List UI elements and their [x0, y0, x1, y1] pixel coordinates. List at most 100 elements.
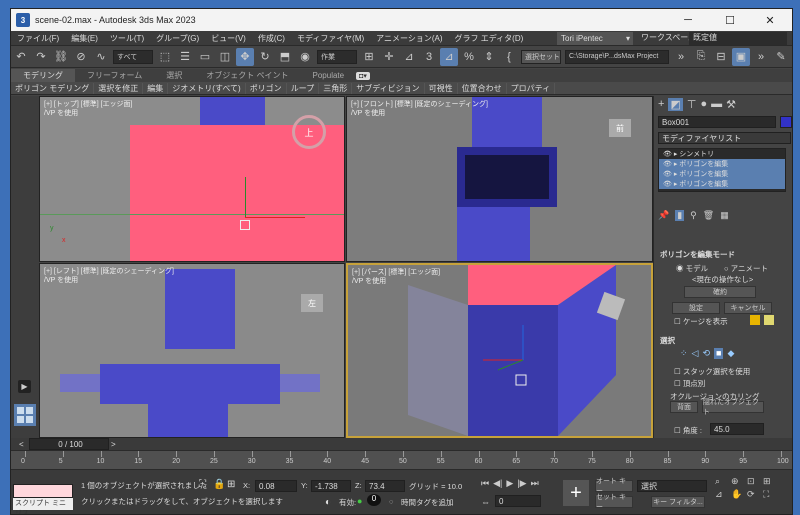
unlink-icon[interactable]: ⊘ [72, 48, 90, 66]
view-cube-front[interactable]: 前 [609, 119, 631, 137]
maxscript-listener-red[interactable] [13, 484, 73, 498]
menu-edit[interactable]: 編集(E) [65, 33, 104, 44]
view-cube-left[interactable]: 左 [301, 294, 323, 312]
border-icon[interactable]: ⟲ [702, 348, 710, 359]
select-title[interactable]: 選択 [660, 335, 675, 346]
close-button[interactable]: ✕ [750, 9, 790, 31]
display-tab-icon[interactable]: ▬ [711, 98, 722, 111]
use-stack-selection-checkbox[interactable]: ☐ スタック選択を使用 [674, 366, 750, 377]
spinner-icon[interactable]: ⇕ [480, 48, 498, 66]
workspace-dropdown[interactable]: 既定値 [689, 32, 787, 45]
tab-object-paint[interactable]: オブジェクト ペイント [194, 70, 300, 81]
ribbon-loops[interactable]: ループ [287, 82, 320, 94]
cage-color-2[interactable] [764, 315, 774, 325]
pan-icon[interactable]: ✋ [731, 489, 745, 500]
align-icon[interactable]: ⊟ [712, 48, 730, 66]
zoom-all-icon[interactable]: ⊕ [731, 476, 745, 487]
named-selection-sets[interactable]: 選択セット [521, 49, 561, 64]
commit-button[interactable]: 確約 [684, 286, 756, 298]
adaptive-degradation-icon[interactable]: ◐ [325, 497, 331, 508]
project-path[interactable]: C:\Storage\P...dsMax Project [565, 49, 669, 64]
animate-radio[interactable]: ○ アニメート [724, 263, 768, 274]
time-prev-icon[interactable]: < [19, 440, 24, 449]
add-time-tag[interactable]: 時間タグを追加 [401, 497, 454, 508]
y-coordinate-field[interactable]: -1.738 [311, 480, 351, 492]
auto-key-button[interactable]: オート キー [595, 478, 633, 495]
enabled-toggle-icon[interactable]: 0 [367, 494, 381, 506]
field-of-view-icon[interactable]: ⊿ [715, 489, 729, 500]
spinner-snap-icon[interactable]: % [460, 48, 478, 66]
menu-file[interactable]: ファイル(F) [11, 33, 65, 44]
more-tools-icon-2[interactable]: » [752, 48, 770, 66]
menu-modifiers[interactable]: モディファイヤ(M) [291, 33, 370, 44]
by-angle-checkbox[interactable]: ☐ 角度 : [674, 425, 702, 436]
remove-modifier-icon[interactable]: 🗑 [703, 210, 714, 221]
absolute-mode-icon[interactable]: ⊞ [227, 479, 235, 490]
viewport-front[interactable]: [+] [フロント] [標準] [既定のシェーディング] /VP を使用 前 [346, 96, 653, 262]
tab-populate[interactable]: Populate [301, 71, 357, 80]
view-cube-top[interactable]: 上 [292, 115, 326, 149]
menu-create[interactable]: 作成(C) [252, 33, 291, 44]
menu-graph-editors[interactable]: グラフ エディタ(D) [449, 33, 530, 44]
eye-icon[interactable]: 👁 [663, 170, 672, 178]
zoom-icon[interactable]: ⌕ [715, 476, 729, 487]
key-mode-icon[interactable]: ⇔ [481, 497, 490, 507]
render-icon[interactable]: ✎ [772, 48, 790, 66]
angle-field[interactable]: 45.0 [710, 423, 764, 435]
tab-modeling[interactable]: モデリング [11, 69, 75, 82]
ribbon-poly-modeling[interactable]: ポリゴン モデリング [11, 82, 95, 94]
hierarchy-tab-icon[interactable]: ⊤ [687, 98, 697, 111]
undo-icon[interactable]: ↶ [12, 48, 30, 66]
scale-icon[interactable]: ⬒ [276, 48, 294, 66]
eye-icon[interactable]: 👁 [663, 150, 672, 158]
selection-filter-dropdown[interactable]: すべて [113, 49, 153, 64]
ribbon-edit[interactable]: 編集 [143, 82, 169, 94]
time-slider-thumb[interactable]: 0 / 100 [29, 438, 109, 450]
menu-tools[interactable]: ツール(T) [104, 33, 150, 44]
lock-icon[interactable]: 🔒 [213, 479, 225, 490]
move-icon[interactable]: ✥ [236, 47, 254, 66]
show-end-result-icon[interactable]: ▮ [675, 210, 685, 221]
viewport-left[interactable]: [+] [レフト] [標準] [既定のシェーディング] /VP を使用 左 [39, 263, 345, 438]
ribbon-subdivision[interactable]: サブディビジョン [352, 82, 425, 94]
zoom-extents-icon[interactable]: ⊡ [747, 476, 761, 487]
set-keys-icon[interactable]: + [563, 480, 589, 506]
model-radio[interactable]: ◉ モデル [676, 263, 708, 274]
link-icon[interactable]: ⛓ [52, 48, 70, 66]
pivot-icon[interactable]: ⊞ [360, 48, 378, 66]
minimize-button[interactable]: ─ [668, 9, 708, 31]
object-color-swatch[interactable] [780, 116, 792, 128]
current-frame-field[interactable]: 0 [495, 495, 541, 507]
bind-space-warp-icon[interactable]: ∿ [92, 48, 110, 66]
z-coordinate-field[interactable]: 73.4 [365, 480, 405, 492]
ribbon-geometry-all[interactable]: ジオメトリ(すべて) [168, 82, 246, 94]
orbit-icon[interactable]: ⟳ [747, 489, 761, 500]
ribbon-tris[interactable]: 三角形 [319, 82, 353, 94]
modify-tab-icon[interactable]: ◩ [668, 98, 683, 111]
maximize-button[interactable]: ☐ [710, 9, 750, 31]
key-filters-button[interactable]: キー フィルタ... [651, 496, 705, 508]
ribbon-align[interactable]: 位置合わせ [458, 82, 507, 94]
rect-selection-icon[interactable]: ▭ [196, 48, 214, 66]
tab-freeform[interactable]: フリーフォーム [75, 70, 154, 81]
key-filter-selection-dropdown[interactable]: 選択 [637, 480, 707, 492]
user-account-button[interactable]: Tori iPentec ▾ [557, 32, 633, 45]
backface-button[interactable]: 背面 [670, 401, 698, 413]
angle-snap-icon[interactable]: 3 [420, 48, 438, 66]
object-name-field[interactable]: Box001 [658, 116, 776, 128]
go-to-end-icon[interactable]: ⏭ [531, 478, 539, 489]
set-key-button[interactable]: セット キー [595, 494, 633, 511]
prev-frame-icon[interactable]: ◀| [493, 478, 502, 489]
select-by-name-icon[interactable]: ☰ [176, 48, 194, 66]
window-crossing-icon[interactable]: ◫ [216, 48, 234, 66]
element-icon[interactable]: ◆ [727, 348, 734, 359]
enabled-dot-icon[interactable]: ● [357, 496, 362, 506]
redo-icon[interactable]: ↷ [32, 48, 50, 66]
show-cage-checkbox[interactable]: ☐ ケージを表示 [674, 316, 728, 327]
x-coordinate-field[interactable]: 0.08 [255, 480, 297, 492]
make-unique-icon[interactable]: ⚲ [690, 210, 697, 221]
polygon-icon[interactable]: ■ [714, 348, 724, 359]
track-bar[interactable]: 0 5 10 15 20 25 30 35 40 45 50 55 60 65 70 75 80 85 90 95 10… [11, 450, 792, 469]
pin-stack-icon[interactable]: 📌 [658, 210, 669, 221]
time-tag-icon[interactable]: ◌ [389, 497, 393, 506]
